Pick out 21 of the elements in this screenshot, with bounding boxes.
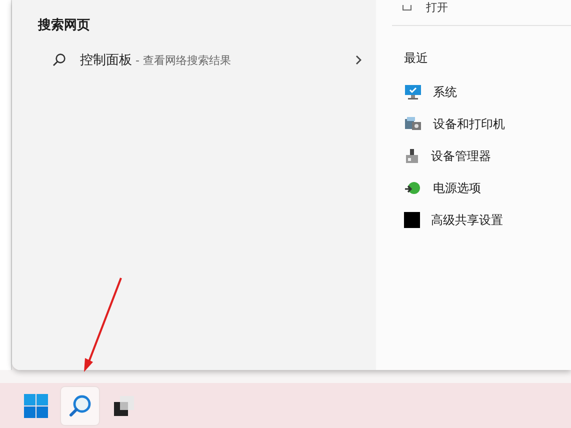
- recent-item[interactable]: 设备和打印机: [433, 116, 505, 132]
- sharing-settings-icon: [404, 212, 420, 228]
- recent-item[interactable]: 高级共享设置: [431, 212, 503, 228]
- recent-item[interactable]: 设备管理器: [431, 148, 491, 164]
- result-text: 控制面板 - 查看网络搜索结果: [80, 52, 232, 69]
- web-search-result[interactable]: 控制面板 - 查看网络搜索结果: [38, 50, 362, 70]
- section-heading: 搜索网页: [38, 16, 91, 34]
- chevron-right-icon: [355, 55, 362, 65]
- open-icon: [402, 5, 412, 11]
- task-view-icon: [112, 394, 136, 418]
- recent-item[interactable]: 电源选项: [433, 180, 481, 196]
- printer-camera-icon: [404, 116, 422, 132]
- monitor-icon: [404, 84, 422, 100]
- search-icon: [68, 394, 92, 418]
- battery-plug-icon: [404, 180, 422, 196]
- windows-logo-icon: [24, 394, 48, 418]
- recent-item[interactable]: 系统: [433, 84, 457, 100]
- open-action[interactable]: 打开: [426, 2, 448, 14]
- section-heading: 最近: [404, 50, 429, 67]
- search-icon: [52, 53, 66, 67]
- device-icon: [404, 148, 420, 164]
